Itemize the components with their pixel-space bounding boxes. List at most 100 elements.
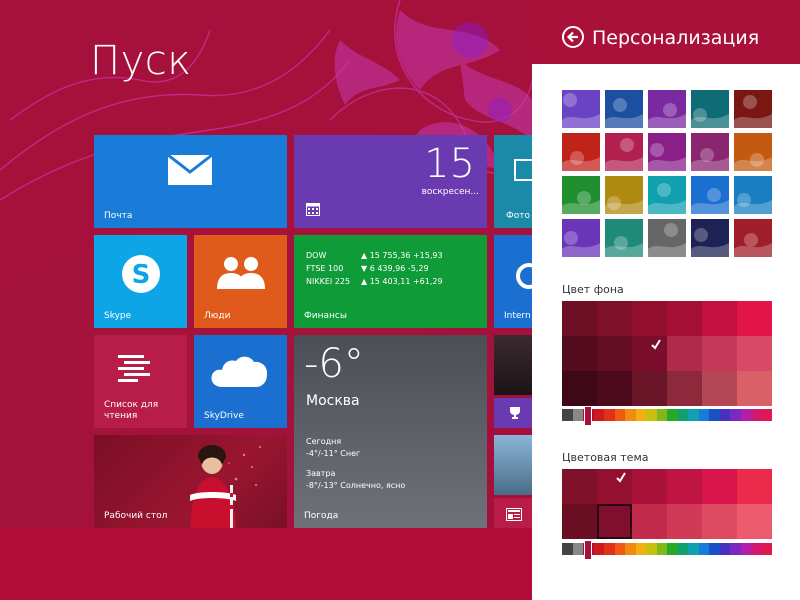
- color-swatch[interactable]: [597, 336, 632, 371]
- color-swatch[interactable]: [737, 371, 772, 406]
- hue-segment[interactable]: [709, 409, 720, 421]
- hue-segment[interactable]: [593, 543, 604, 555]
- tile-people[interactable]: Люди: [194, 235, 287, 328]
- hue-segment[interactable]: [625, 543, 636, 555]
- hue-segment[interactable]: [667, 543, 678, 555]
- hue-segment[interactable]: [656, 543, 667, 555]
- hue-segment[interactable]: [688, 543, 699, 555]
- tile-mail[interactable]: Почта: [94, 135, 287, 228]
- color-swatch[interactable]: [632, 371, 667, 406]
- color-swatch[interactable]: [632, 301, 667, 336]
- tile-calendar[interactable]: 15 воскресен...: [294, 135, 487, 228]
- pattern-tile[interactable]: [734, 219, 772, 257]
- hue-segment[interactable]: [635, 409, 646, 421]
- pattern-tile[interactable]: [734, 176, 772, 214]
- color-swatch[interactable]: [632, 336, 667, 371]
- hue-segment[interactable]: [677, 543, 688, 555]
- pattern-tile[interactable]: [734, 133, 772, 171]
- color-swatch[interactable]: [597, 371, 632, 406]
- color-swatch[interactable]: [597, 469, 632, 504]
- tile-photo-dark[interactable]: [494, 335, 532, 395]
- slider-thumb[interactable]: [584, 540, 592, 560]
- pattern-tile[interactable]: [648, 176, 686, 214]
- slider-thumb[interactable]: [584, 406, 592, 426]
- hue-segment[interactable]: [730, 409, 741, 421]
- color-swatch[interactable]: [702, 469, 737, 504]
- hue-segment[interactable]: [635, 543, 646, 555]
- hue-segment[interactable]: [677, 409, 688, 421]
- tile-games[interactable]: [494, 398, 532, 428]
- hue-segment[interactable]: [656, 409, 667, 421]
- color-swatch[interactable]: [562, 504, 597, 539]
- hue-segment[interactable]: [593, 409, 604, 421]
- hue-segment[interactable]: [604, 543, 615, 555]
- color-swatch[interactable]: [632, 469, 667, 504]
- color-swatch[interactable]: [667, 371, 702, 406]
- hue-segment[interactable]: [740, 543, 751, 555]
- color-swatch[interactable]: [702, 301, 737, 336]
- pattern-tile[interactable]: [562, 90, 600, 128]
- pattern-tile[interactable]: [691, 133, 729, 171]
- hue-segment[interactable]: [698, 543, 709, 555]
- hue-segment[interactable]: [709, 543, 720, 555]
- pattern-tile[interactable]: [648, 133, 686, 171]
- hue-segment[interactable]: [625, 409, 636, 421]
- color-swatch[interactable]: [737, 336, 772, 371]
- hue-segment[interactable]: [719, 409, 730, 421]
- hue-segment[interactable]: [646, 409, 657, 421]
- tile-photos[interactable]: Фото: [494, 135, 532, 228]
- color-swatch[interactable]: [737, 504, 772, 539]
- tile-finance[interactable]: DOW ▲ 15 755,36 +15,93 FTSE 100 ▼ 6 439,…: [294, 235, 487, 328]
- pattern-tile[interactable]: [605, 90, 643, 128]
- pattern-tile[interactable]: [605, 133, 643, 171]
- tile-reading-list[interactable]: Список для чтения: [94, 335, 187, 428]
- color-swatch[interactable]: [737, 469, 772, 504]
- hue-segment[interactable]: [751, 543, 762, 555]
- color-swatch[interactable]: [597, 504, 632, 539]
- hue-segment[interactable]: [667, 409, 678, 421]
- tile-news[interactable]: [494, 498, 532, 528]
- color-swatch[interactable]: [562, 301, 597, 336]
- color-swatch[interactable]: [667, 469, 702, 504]
- hue-segment[interactable]: [719, 543, 730, 555]
- hue-segment[interactable]: [761, 409, 772, 421]
- hue-segment[interactable]: [646, 543, 657, 555]
- pattern-tile[interactable]: [734, 90, 772, 128]
- color-swatch[interactable]: [632, 504, 667, 539]
- tile-skype[interactable]: S Skype: [94, 235, 187, 328]
- color-swatch[interactable]: [667, 336, 702, 371]
- tile-skydrive[interactable]: SkyDrive: [194, 335, 287, 428]
- color-swatch[interactable]: [737, 301, 772, 336]
- hue-segment[interactable]: [698, 409, 709, 421]
- color-swatch[interactable]: [667, 301, 702, 336]
- pattern-tile[interactable]: [691, 90, 729, 128]
- hue-segment[interactable]: [572, 409, 583, 421]
- hue-segment[interactable]: [761, 543, 772, 555]
- color-swatch[interactable]: [702, 504, 737, 539]
- color-swatch[interactable]: [562, 336, 597, 371]
- hue-segment[interactable]: [614, 409, 625, 421]
- hue-segment[interactable]: [562, 543, 573, 555]
- pattern-tile[interactable]: [648, 219, 686, 257]
- pattern-tile[interactable]: [691, 176, 729, 214]
- hue-segment[interactable]: [730, 543, 741, 555]
- hue-segment[interactable]: [614, 543, 625, 555]
- hue-segment[interactable]: [562, 409, 573, 421]
- pattern-tile[interactable]: [648, 90, 686, 128]
- hue-segment[interactable]: [740, 409, 751, 421]
- hue-segment[interactable]: [751, 409, 762, 421]
- pattern-tile[interactable]: [605, 176, 643, 214]
- color-swatch[interactable]: [597, 301, 632, 336]
- pattern-tile[interactable]: [562, 133, 600, 171]
- tile-internet-explorer[interactable]: Intern: [494, 235, 532, 328]
- color-swatch[interactable]: [667, 504, 702, 539]
- pattern-tile[interactable]: [605, 219, 643, 257]
- color-swatch[interactable]: [702, 371, 737, 406]
- color-swatch[interactable]: [562, 371, 597, 406]
- color-swatch[interactable]: [702, 336, 737, 371]
- pattern-tile[interactable]: [562, 219, 600, 257]
- tile-weather[interactable]: -6° Москва Сегодня -4°/-11° Снег Завтра …: [294, 335, 487, 528]
- hue-segment[interactable]: [688, 409, 699, 421]
- pattern-tile[interactable]: [691, 219, 729, 257]
- pattern-tile[interactable]: [562, 176, 600, 214]
